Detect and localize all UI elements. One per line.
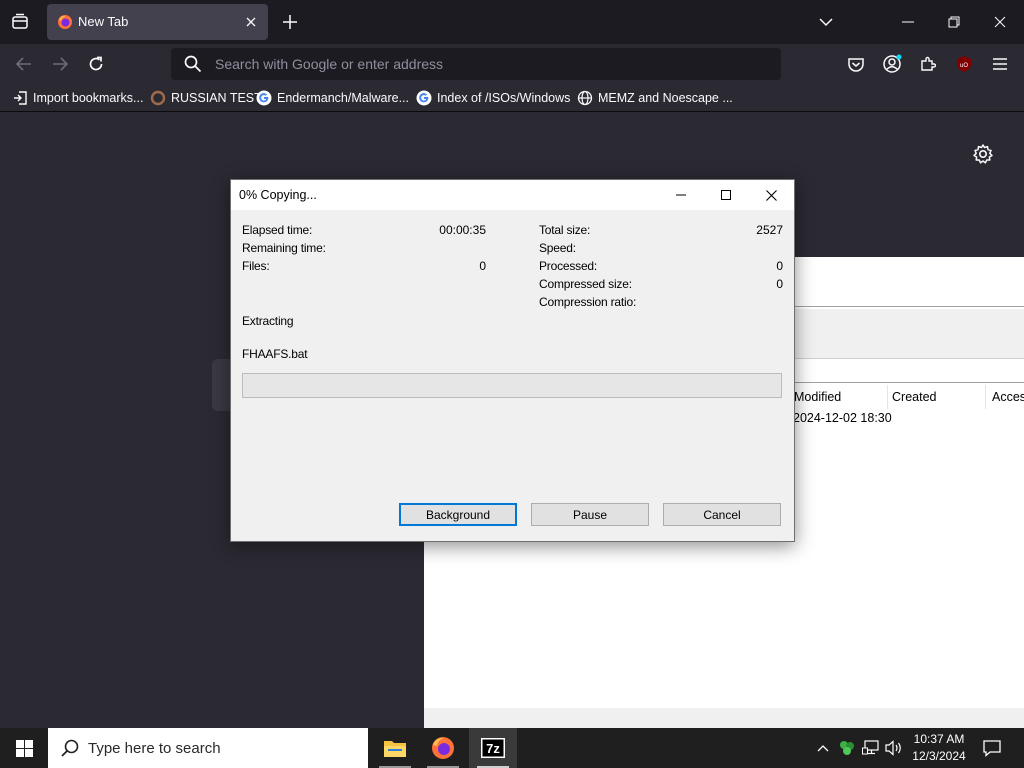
tray-app-icon[interactable] xyxy=(837,738,857,758)
remaining-time-label: Remaining time: xyxy=(242,241,326,255)
tab-overview-icon[interactable] xyxy=(8,10,32,34)
bookmark-russian-test[interactable]: RUSSIAN TEST xyxy=(150,89,262,107)
firefox-icon xyxy=(58,15,72,29)
browser-tabstrip: New Tab xyxy=(0,0,1024,44)
new-tab-plus-icon[interactable] xyxy=(279,11,301,33)
maximize-icon[interactable] xyxy=(703,180,749,210)
total-size-label: Total size: xyxy=(539,223,591,237)
windows-taskbar: Type here to search 7z 10:37 AM 12/3/202… xyxy=(0,728,1024,768)
dialog-title: 0% Copying... xyxy=(239,188,317,202)
bookmark-label: RUSSIAN TEST xyxy=(171,91,262,105)
ublock-origin-icon[interactable]: uO xyxy=(952,52,976,76)
cancel-button[interactable]: Cancel xyxy=(663,503,781,526)
notification-center-icon[interactable] xyxy=(980,736,1004,760)
account-icon[interactable] xyxy=(880,52,904,76)
elapsed-time-label: Elapsed time: xyxy=(242,223,313,237)
compressed-size-label: Compressed size: xyxy=(539,277,632,291)
site-favicon xyxy=(150,90,166,106)
url-bar[interactable] xyxy=(171,48,781,80)
taskbar-search-placeholder: Type here to search xyxy=(88,740,221,757)
address-input[interactable] xyxy=(215,48,755,80)
operation-label: Extracting xyxy=(242,314,294,328)
processed-label: Processed: xyxy=(539,259,598,273)
bookmark-label: Index of /ISOs/Windows xyxy=(437,91,571,105)
column-header-modified[interactable]: Modified xyxy=(788,385,888,409)
close-tab-icon[interactable] xyxy=(242,13,260,31)
pocket-icon[interactable] xyxy=(844,52,868,76)
globe-icon xyxy=(577,90,593,106)
file-explorer-taskbar-icon[interactable] xyxy=(371,728,419,768)
compression-ratio-label: Compression ratio: xyxy=(539,295,637,309)
cell-modified: 2024-12-02 18:30 xyxy=(793,411,892,425)
app-menu-hamburger-icon[interactable] xyxy=(988,52,1012,76)
import-icon xyxy=(12,90,28,106)
background-button[interactable]: Background xyxy=(399,503,517,526)
minimize-window-icon[interactable] xyxy=(894,8,922,36)
google-g-icon xyxy=(256,90,272,106)
back-arrow-icon[interactable] xyxy=(12,52,36,76)
bookmark-index-isos-windows[interactable]: Index of /ISOs/Windows xyxy=(416,89,570,107)
svg-text:7z: 7z xyxy=(486,741,500,756)
compressed-size-value: 0 xyxy=(776,277,783,291)
taskbar-search-box[interactable]: Type here to search xyxy=(48,728,368,768)
taskbar-clock[interactable]: 10:37 AM 12/3/2024 xyxy=(906,731,972,765)
minimize-icon[interactable] xyxy=(658,180,704,210)
column-header-created[interactable]: Created xyxy=(886,385,986,409)
forward-arrow-icon[interactable] xyxy=(48,52,72,76)
list-all-tabs-chevron-icon[interactable] xyxy=(816,12,836,32)
bookmark-label: Import bookmarks... xyxy=(33,91,144,105)
show-hidden-icons-chevron-icon[interactable] xyxy=(813,738,833,758)
files-value: 0 xyxy=(479,259,486,273)
total-size-value: 2527 xyxy=(756,223,783,237)
progress-bar xyxy=(242,373,782,398)
firefox-taskbar-icon[interactable] xyxy=(419,728,467,768)
tab-title: New Tab xyxy=(78,14,129,29)
7zip-status-bar xyxy=(424,708,1024,728)
clock-time: 10:37 AM xyxy=(913,732,965,746)
google-g-icon xyxy=(416,90,432,106)
close-window-icon[interactable] xyxy=(986,8,1014,36)
search-icon xyxy=(61,739,79,757)
elapsed-time-value: 00:00:35 xyxy=(439,223,486,237)
bookmarks-toolbar: Import bookmarks... RUSSIAN TEST Enderma… xyxy=(0,84,1024,112)
bookmark-endermanch-malware[interactable]: Endermanch/Malware... xyxy=(256,89,409,107)
copying-progress-dialog: 0% Copying... Elapsed time: 00:00:35 Rem… xyxy=(230,179,795,542)
clock-date: 12/3/2024 xyxy=(912,749,966,763)
bookmark-import[interactable]: Import bookmarks... xyxy=(12,89,143,107)
close-icon[interactable] xyxy=(748,180,794,210)
files-label: Files: xyxy=(242,259,270,273)
reload-icon[interactable] xyxy=(84,52,108,76)
start-windows-icon[interactable] xyxy=(0,728,48,768)
dialog-titlebar[interactable]: 0% Copying... xyxy=(231,180,794,210)
7zip-taskbar-icon[interactable]: 7z xyxy=(469,728,517,768)
processed-value: 0 xyxy=(776,259,783,273)
bookmark-label: MEMZ and Noescape ... xyxy=(598,91,733,105)
settings-gear-icon[interactable] xyxy=(972,143,994,165)
speed-label: Speed: xyxy=(539,241,576,255)
column-header-accessed[interactable]: Acces xyxy=(986,385,1024,409)
bookmark-memz-noescape[interactable]: MEMZ and Noescape ... xyxy=(577,89,733,107)
tab-new-tab[interactable]: New Tab xyxy=(47,4,268,40)
volume-speaker-icon[interactable] xyxy=(884,738,904,758)
bookmark-label: Endermanch/Malware... xyxy=(277,91,410,105)
pause-button[interactable]: Pause xyxy=(531,503,649,526)
network-icon[interactable] xyxy=(861,738,881,758)
extensions-puzzle-icon[interactable] xyxy=(916,52,940,76)
current-file-name: FHAAFS.bat xyxy=(242,347,308,361)
search-icon xyxy=(184,55,202,73)
restore-window-icon[interactable] xyxy=(940,8,968,36)
svg-text:uO: uO xyxy=(960,63,968,69)
